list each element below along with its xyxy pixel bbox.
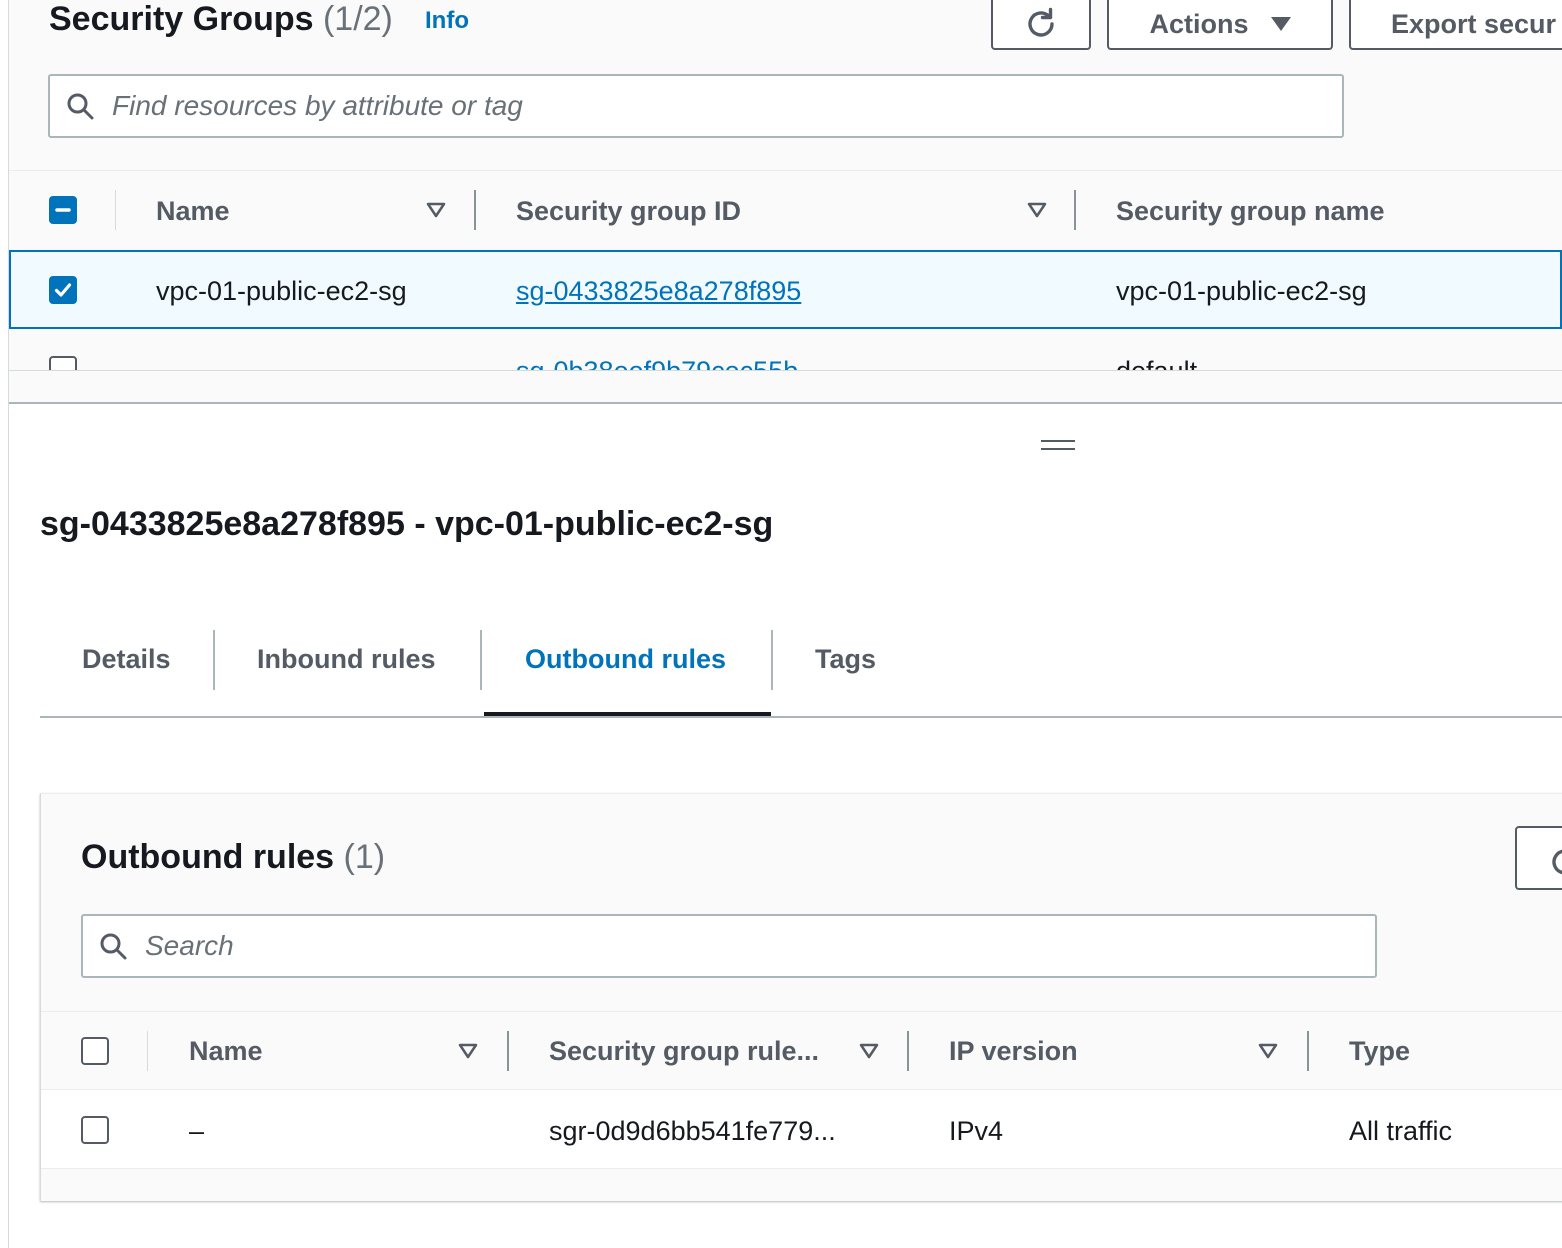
search-icon <box>67 93 94 120</box>
column-divider <box>147 1031 148 1071</box>
tab-inbound-rules[interactable]: Inbound rules <box>257 628 436 690</box>
column-resizer[interactable] <box>507 1031 509 1071</box>
column-header-rule-id[interactable]: Security group rule... <box>549 1036 819 1066</box>
table-row[interactable]: vpc-01-public-ec2-sg sg-0433825e8a278f89… <box>9 250 1562 329</box>
info-link[interactable]: Info <box>425 7 469 35</box>
column-header-name[interactable]: Name <box>156 196 230 226</box>
split-panel-border <box>9 402 1562 404</box>
tab-outbound-rules[interactable]: Outbound rules <box>525 628 726 690</box>
table-footer <box>41 1170 1562 1201</box>
refresh-icon <box>1552 849 1562 875</box>
outbound-rules-container: Outbound rules (1) Name Security group r… <box>40 793 1562 1201</box>
split-panel-resize-handle[interactable] <box>1041 440 1075 452</box>
page-title: Security Groups (1/2) <box>49 0 393 38</box>
row-checkbox[interactable] <box>81 1116 109 1144</box>
cell-name: vpc-01-public-ec2-sg <box>156 276 407 306</box>
table-top-border <box>9 170 1562 171</box>
cell-sg-id-link[interactable]: sg-0b38eef9b79cec55b <box>516 356 798 370</box>
sort-icon[interactable] <box>426 202 446 218</box>
tabs-baseline <box>40 716 1562 718</box>
caret-down-icon <box>1270 17 1291 31</box>
security-groups-panel: Security Groups (1/2) Info Actions Expor… <box>9 0 1562 404</box>
indeterminate-icon <box>55 208 71 212</box>
export-button-label: Export secur <box>1391 8 1557 39</box>
select-all-checkbox[interactable] <box>49 196 77 224</box>
cell-rule-id: sgr-0d9d6bb541fe779... <box>549 1116 836 1146</box>
cell-sg-name: vpc-01-public-ec2-sg <box>1116 276 1367 306</box>
tab-divider <box>480 630 482 690</box>
actions-button-label: Actions <box>1149 8 1249 39</box>
column-resizer[interactable] <box>474 190 476 230</box>
selection-count: (1/2) <box>322 0 393 38</box>
refresh-button[interactable] <box>991 0 1091 50</box>
row-checkbox[interactable] <box>49 276 77 304</box>
outbound-refresh-button[interactable] <box>1515 826 1562 890</box>
tab-divider <box>213 630 215 690</box>
sort-icon[interactable] <box>458 1043 478 1059</box>
column-resizer[interactable] <box>1074 190 1076 230</box>
refresh-icon <box>1028 7 1054 37</box>
checkmark-icon <box>54 283 72 297</box>
detail-tabs: Details Inbound rules Outbound rules Tag… <box>40 628 1562 718</box>
cell-sg-id-link[interactable]: sg-0433825e8a278f895 <box>516 276 801 306</box>
cell-ip-version: IPv4 <box>949 1116 1004 1146</box>
search-icon <box>100 933 127 960</box>
resource-search[interactable] <box>48 74 1344 138</box>
column-header-type[interactable]: Type <box>1349 1036 1410 1066</box>
tab-details[interactable]: Details <box>82 628 171 690</box>
sort-icon[interactable] <box>859 1043 879 1059</box>
resource-search-input[interactable] <box>112 88 1312 124</box>
column-header-sg-name[interactable]: Security group name <box>1116 196 1385 226</box>
column-header-ip-version[interactable]: IP version <box>949 1036 1078 1066</box>
table-row[interactable]: – sgr-0d9d6bb541fe779... IPv4 All traffi… <box>41 1089 1562 1169</box>
active-tab-indicator <box>484 712 771 716</box>
tab-tags[interactable]: Tags <box>815 628 876 690</box>
column-divider <box>115 190 116 230</box>
outbound-rules-count: (1) <box>343 838 386 876</box>
outbound-search[interactable] <box>81 914 1377 978</box>
table-top-border <box>41 1011 1562 1012</box>
table-row[interactable]: sg-0b38eef9b79cec55b default <box>9 330 1562 370</box>
sort-icon[interactable] <box>1258 1043 1278 1059</box>
page-title-text: Security Groups <box>49 0 314 38</box>
outbound-rules-title-text: Outbound rules <box>81 838 335 876</box>
outbound-search-input[interactable] <box>145 928 1345 964</box>
export-button[interactable]: Export secur <box>1349 0 1562 50</box>
column-header-sg-id[interactable]: Security group ID <box>516 196 741 226</box>
row-divider <box>9 370 1562 371</box>
select-all-checkbox[interactable] <box>81 1037 109 1065</box>
cell-sg-name: default <box>1116 356 1197 370</box>
outbound-rules-title: Outbound rules (1) <box>81 838 385 876</box>
actions-button[interactable]: Actions <box>1107 0 1333 50</box>
column-resizer[interactable] <box>1307 1031 1309 1071</box>
sort-icon[interactable] <box>1027 202 1047 218</box>
cell-name: – <box>189 1116 205 1146</box>
detail-title: sg-0433825e8a278f895 - vpc-01-public-ec2… <box>40 505 774 543</box>
row-checkbox[interactable] <box>49 356 77 370</box>
column-header-name[interactable]: Name <box>189 1036 263 1066</box>
column-resizer[interactable] <box>907 1031 909 1071</box>
cell-type: All traffic <box>1349 1116 1453 1146</box>
tab-divider <box>771 630 773 690</box>
